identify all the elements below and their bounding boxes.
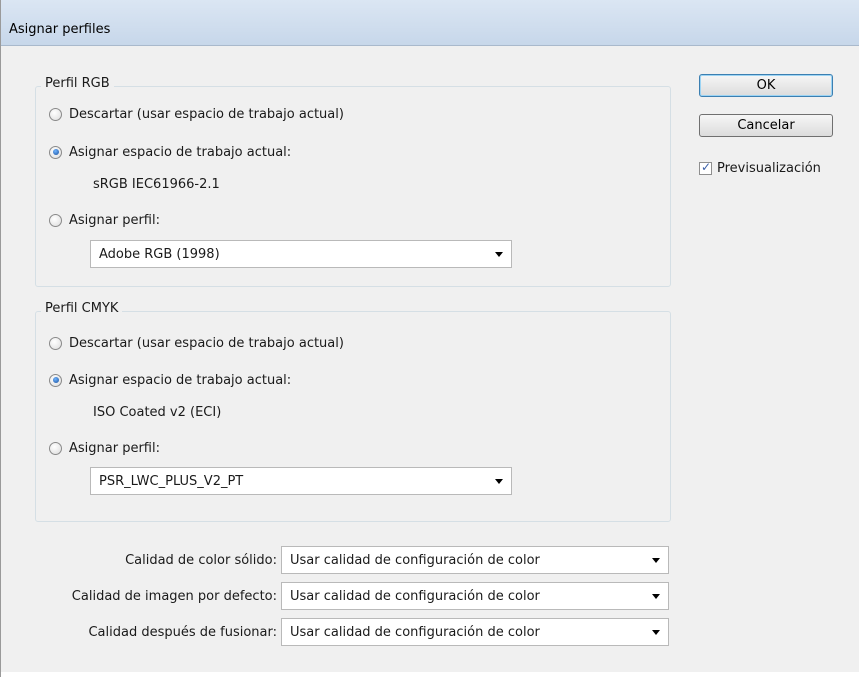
assign-profiles-dialog: Asignar perfiles Perfil RGB Descartar (u…	[0, 0, 859, 677]
solid-color-quality-label: Calidad de color sólido:	[125, 553, 277, 568]
cmyk-working-space-value: ISO Coated v2 (ECI)	[93, 405, 222, 420]
chevron-down-icon	[652, 594, 660, 599]
default-image-quality-value: Usar calidad de configuración de color	[290, 588, 540, 604]
chevron-down-icon	[652, 558, 660, 563]
preview-checkbox[interactable]	[699, 160, 712, 175]
rgb-assign-profile-radio[interactable]	[49, 213, 62, 227]
cmyk-assign-profile-radio[interactable]	[49, 441, 62, 455]
rgb-assign-working-label: Asignar espacio de trabajo actual:	[69, 144, 292, 160]
cmyk-discard-label: Descartar (usar espacio de trabajo actua…	[69, 335, 344, 351]
solid-color-quality-select[interactable]: Usar calidad de configuración de color	[281, 546, 669, 574]
cmyk-discard-option[interactable]: Descartar (usar espacio de trabajo actua…	[49, 334, 344, 352]
rgb-working-space-value: sRGB IEC61966-2.1	[93, 177, 220, 192]
after-blend-quality-value: Usar calidad de configuración de color	[290, 624, 540, 640]
rgb-profile-select[interactable]: Adobe RGB (1998)	[90, 240, 512, 268]
rgb-assign-working-radio[interactable]	[49, 145, 62, 159]
ok-button[interactable]: OK	[699, 74, 833, 97]
default-image-quality-label: Calidad de imagen por defecto:	[71, 589, 277, 604]
title-bar: Asignar perfiles	[1, 0, 859, 46]
rgb-assign-profile-label: Asignar perfil:	[69, 212, 160, 228]
chevron-down-icon	[495, 252, 503, 257]
cmyk-profile-select[interactable]: PSR_LWC_PLUS_V2_PT	[90, 467, 512, 495]
cmyk-assign-working-option[interactable]: Asignar espacio de trabajo actual:	[49, 371, 291, 389]
rgb-discard-label: Descartar (usar espacio de trabajo actua…	[69, 106, 344, 122]
solid-color-quality-value: Usar calidad de configuración de color	[290, 552, 540, 568]
preview-option[interactable]: Previsualización	[699, 160, 821, 176]
cancel-button[interactable]: Cancelar	[699, 114, 833, 137]
after-blend-quality-select[interactable]: Usar calidad de configuración de color	[281, 618, 669, 646]
cmyk-assign-profile-label: Asignar perfil:	[69, 440, 160, 456]
preview-label: Previsualización	[717, 161, 821, 176]
cmyk-assign-profile-option[interactable]: Asignar perfil:	[49, 439, 160, 457]
after-blend-quality-label: Calidad después de fusionar:	[88, 625, 277, 640]
cmyk-profile-legend: Perfil CMYK	[41, 301, 123, 316]
rgb-assign-profile-option[interactable]: Asignar perfil:	[49, 211, 160, 229]
cmyk-assign-working-radio[interactable]	[49, 373, 62, 387]
rgb-profile-select-value: Adobe RGB (1998)	[99, 246, 220, 262]
rgb-assign-working-option[interactable]: Asignar espacio de trabajo actual:	[49, 143, 291, 161]
rgb-discard-radio[interactable]	[49, 107, 62, 121]
rgb-profile-legend: Perfil RGB	[41, 76, 114, 91]
chevron-down-icon	[652, 630, 660, 635]
cmyk-profile-select-value: PSR_LWC_PLUS_V2_PT	[99, 473, 244, 489]
window-title: Asignar perfiles	[9, 22, 111, 37]
chevron-down-icon	[495, 479, 503, 484]
window-bottom-edge	[1, 672, 859, 677]
cmyk-discard-radio[interactable]	[49, 336, 62, 350]
default-image-quality-select[interactable]: Usar calidad de configuración de color	[281, 582, 669, 610]
rgb-discard-option[interactable]: Descartar (usar espacio de trabajo actua…	[49, 105, 344, 123]
cmyk-assign-working-label: Asignar espacio de trabajo actual:	[69, 372, 292, 388]
